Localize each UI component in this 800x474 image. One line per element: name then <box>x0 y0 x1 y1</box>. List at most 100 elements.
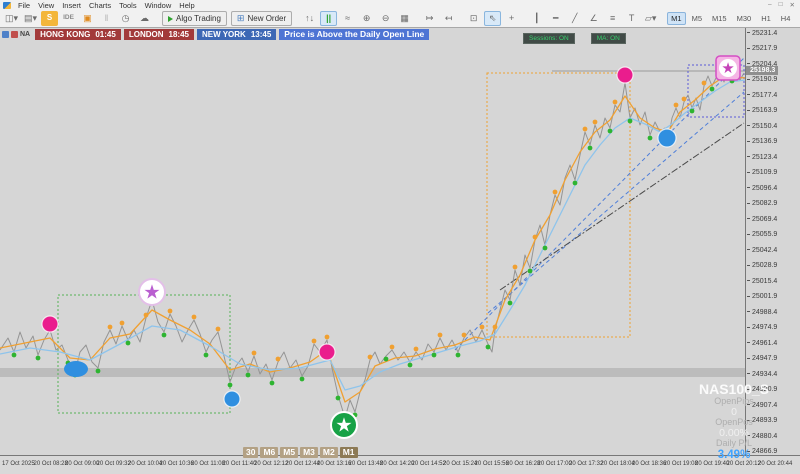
chart-profiles-dropdown-icon[interactable]: ▤▾ <box>22 11 39 26</box>
session-time: 13:45 <box>250 29 272 39</box>
menu-file[interactable]: File <box>14 1 34 10</box>
horizontal-line-tool-icon[interactable]: ━ <box>547 11 564 26</box>
swing-low-dot <box>431 352 437 358</box>
marker-signal-pink-1[interactable] <box>41 315 59 333</box>
ide-editor-icon[interactable]: IDE <box>60 11 77 26</box>
swing-low-dot <box>485 344 491 350</box>
price-chart-canvas[interactable]: ★ ★ ★ <box>0 28 745 455</box>
quick-timeframe-M2[interactable]: M2 <box>319 447 338 458</box>
zoom-in-icon[interactable]: ⊕ <box>358 11 375 26</box>
menu-window[interactable]: Window <box>141 1 176 10</box>
timeframe-H1[interactable]: H1 <box>757 12 775 25</box>
series-ma-fast <box>0 75 745 403</box>
bottom-timeframe-buttons: 30 M6 M5 M3 M2 M1 <box>243 447 358 458</box>
vertical-line-tool-icon[interactable]: ┃ <box>528 11 545 26</box>
quick-timeframe-M1[interactable]: M1 <box>339 447 358 458</box>
indicator-toggle-buttons: Sessions: ON MA: ON <box>523 33 626 44</box>
algo-trading-button[interactable]: Algo Trading <box>162 11 227 26</box>
depth-of-market-icon[interactable]: ‖ <box>98 11 115 26</box>
minimize-button[interactable]: – <box>768 1 772 9</box>
quick-timeframe-M6[interactable]: M6 <box>260 447 279 458</box>
price-tick: 25042.4 <box>747 247 777 254</box>
menu-charts[interactable]: Charts <box>85 1 115 10</box>
line-chart-icon[interactable]: ≈ <box>339 11 356 26</box>
timeframe-H4[interactable]: H4 <box>777 12 795 25</box>
market-lock-icon[interactable]: ▣ <box>79 11 96 26</box>
crosshair-tool-icon[interactable]: + <box>503 11 520 26</box>
fibonacci-tool-icon[interactable]: ≡ <box>604 11 621 26</box>
time-tick: 20 Oct 17:32 <box>569 461 604 467</box>
timeframe-M1[interactable]: M1 <box>667 12 686 25</box>
cursor-tool-icon[interactable]: ⇖ <box>484 11 502 26</box>
time-tick: 20 Oct 14:20 <box>380 461 415 467</box>
watermark-symbol: NAS100_S <box>698 381 770 397</box>
auto-shift-icon[interactable]: ↤ <box>440 11 457 26</box>
new-order-button[interactable]: ⊞ New Order <box>230 11 293 26</box>
swing-low-dot <box>227 382 233 388</box>
price-tick: 24934.4 <box>747 371 777 378</box>
alerts-bell-icon[interactable]: ◷ <box>117 11 134 26</box>
marker-blue-blob[interactable] <box>64 361 88 377</box>
price-tick: 24947.9 <box>747 355 777 362</box>
indicator-toggle-0[interactable]: Sessions: ON <box>523 33 575 44</box>
zoom-out-icon[interactable]: ⊖ <box>377 11 394 26</box>
chart-tab[interactable]: NA <box>0 30 32 38</box>
star-icon: ★ <box>335 414 352 437</box>
swing-high-dot <box>512 264 518 270</box>
grid-toggle-icon[interactable]: ▦ <box>396 11 413 26</box>
timeframe-M15[interactable]: M15 <box>708 12 731 25</box>
marker-signal-blue-2[interactable] <box>657 128 677 148</box>
swing-low-dot <box>587 145 593 151</box>
timeframe-D1[interactable]: D1 <box>796 12 800 25</box>
timeframe-buttons: M1M5M15M30H1H4D1W1MN <box>666 12 800 25</box>
timeframe-M30[interactable]: M30 <box>733 12 756 25</box>
time-tick: 20 Oct 19:40 <box>695 461 730 467</box>
menu-help[interactable]: Help <box>175 1 198 10</box>
virtual-hosting-icon[interactable]: ☁ <box>136 11 153 26</box>
text-tool-icon[interactable]: T <box>623 11 640 26</box>
swing-high-dot <box>701 80 707 86</box>
swing-low-dot <box>125 340 131 346</box>
shift-end-icon[interactable]: ↦ <box>421 11 438 26</box>
menu-items: File View Insert Charts Tools Window Help <box>14 1 199 10</box>
timeframe-M5[interactable]: M5 <box>688 12 706 25</box>
channel-tool-icon[interactable]: ∠ <box>585 11 602 26</box>
menu-bar: File View Insert Charts Tools Window Help – □ ✕ <box>0 0 800 10</box>
marker-signal-pink-3[interactable] <box>616 66 634 84</box>
swing-high-dot <box>673 102 679 108</box>
current-price-tag: 25198.3 <box>746 66 779 75</box>
menu-insert[interactable]: Insert <box>58 1 85 10</box>
menu-view[interactable]: View <box>34 1 58 10</box>
chart-area[interactable]: ★ ★ ★ NA HONG KONG 01:45 LONDON 18:45 NEW YORK… <box>0 28 745 458</box>
menu-tools[interactable]: Tools <box>115 1 141 10</box>
price-tick: 25015.4 <box>747 278 777 285</box>
mql5-services-icon[interactable]: S <box>41 11 58 26</box>
restore-button[interactable]: □ <box>779 1 783 9</box>
time-tick: 20 Oct 20:44 <box>758 461 793 467</box>
session-badge-london: LONDON 18:45 <box>123 28 194 40</box>
swing-high-dot <box>215 326 221 332</box>
time-tick: 20 Oct 14:52 <box>411 461 446 467</box>
swing-low-dot <box>383 356 389 362</box>
quick-timeframe-M3[interactable]: M3 <box>300 447 318 458</box>
marker-signal-pink-2[interactable] <box>318 343 336 361</box>
shapes-dropdown-icon[interactable]: ▱▾ <box>642 11 659 26</box>
trendline-tool-icon[interactable]: ╱ <box>566 11 583 26</box>
price-tick: 25001.9 <box>747 293 777 300</box>
chart-type-dropdown-icon[interactable]: ◫▾ <box>3 11 20 26</box>
time-tick: 20 Oct 17:00 <box>537 461 572 467</box>
auto-scroll-icon[interactable]: ⊡ <box>465 11 482 26</box>
time-tick: 20 Oct 12:44 <box>285 461 320 467</box>
swing-high-dot <box>532 234 538 240</box>
time-tick: 20 Oct 08:28 <box>33 461 68 467</box>
trendline-2[interactable] <box>499 122 745 291</box>
star-icon: ★ <box>721 59 734 77</box>
close-button[interactable]: ✕ <box>790 1 795 9</box>
trendline-1[interactable] <box>487 91 745 314</box>
indicator-toggle-1[interactable]: MA: ON <box>590 33 626 44</box>
marker-signal-blue-1[interactable] <box>223 390 241 408</box>
quick-timeframe-30[interactable]: 30 <box>243 447 259 458</box>
tick-chart-icon[interactable]: ↑↓ <box>301 11 318 26</box>
quick-timeframe-M5[interactable]: M5 <box>280 447 299 458</box>
bar-chart-icon[interactable]: || <box>320 11 338 26</box>
